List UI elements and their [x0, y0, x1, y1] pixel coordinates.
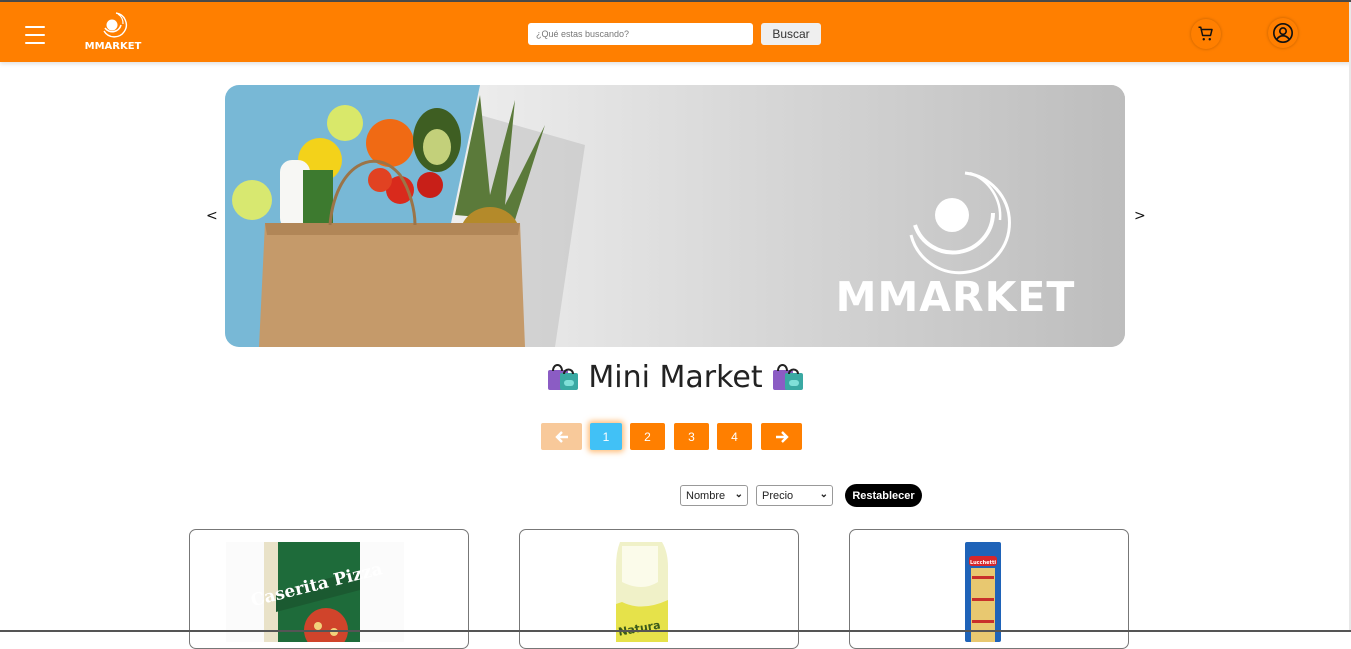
page-title: Mini Market: [0, 360, 1351, 395]
top-navbar: MMARKET Buscar: [0, 2, 1351, 62]
user-account-button[interactable]: [1268, 18, 1298, 48]
chevron-down-icon: ⌄: [819, 489, 828, 500]
pagination-prev-button[interactable]: [541, 423, 582, 450]
hero-carousel-banner: MMARKET: [225, 85, 1125, 347]
sort-by-name-value: Nombre: [686, 489, 726, 502]
cart-icon: [1198, 26, 1213, 41]
pagination-next-button[interactable]: [761, 423, 802, 450]
search-button[interactable]: Buscar: [761, 23, 821, 45]
shopping-bags-emoji-icon: [772, 364, 803, 390]
shopping-bags-emoji-icon: [548, 364, 579, 390]
logo-swirl-icon: [103, 12, 128, 38]
page-title-text: Mini Market: [588, 360, 763, 395]
sort-by-price-value: Precio: [762, 489, 794, 502]
pagination-page-4[interactable]: 4: [717, 423, 752, 450]
hamburger-menu-icon[interactable]: [25, 26, 47, 46]
chevron-down-icon: ⌄: [734, 489, 743, 500]
product-image-natura-oil: Natura: [616, 542, 668, 642]
cart-button[interactable]: [1191, 19, 1221, 49]
product-image-caserita-pizza: Caserita Pizza: [226, 542, 404, 642]
arrow-left-icon: [554, 430, 568, 443]
carousel-prev-button[interactable]: <: [206, 208, 218, 224]
logo-text: MMARKET: [84, 41, 142, 52]
site-logo[interactable]: MMARKET: [78, 10, 148, 56]
pagination-page-3[interactable]: 3: [674, 423, 709, 450]
pagination-page-2[interactable]: 2: [630, 423, 665, 450]
reset-filters-button[interactable]: Restablecer: [845, 484, 922, 507]
user-account-icon: [1273, 23, 1293, 43]
search-input[interactable]: [528, 23, 753, 45]
carousel-next-button[interactable]: >: [1134, 208, 1146, 224]
sort-by-name-select[interactable]: Nombre ⌄: [680, 485, 748, 506]
banner-logo-text: MMARKET: [835, 273, 1076, 321]
pagination-page-1[interactable]: 1: [590, 423, 622, 450]
arrow-right-icon: [775, 430, 789, 443]
sort-by-price-select[interactable]: Precio ⌄: [756, 485, 833, 506]
product-image-lucchetti-pasta: Lucchetti: [965, 542, 1001, 642]
product-image-text: Lucchetti: [970, 560, 996, 566]
